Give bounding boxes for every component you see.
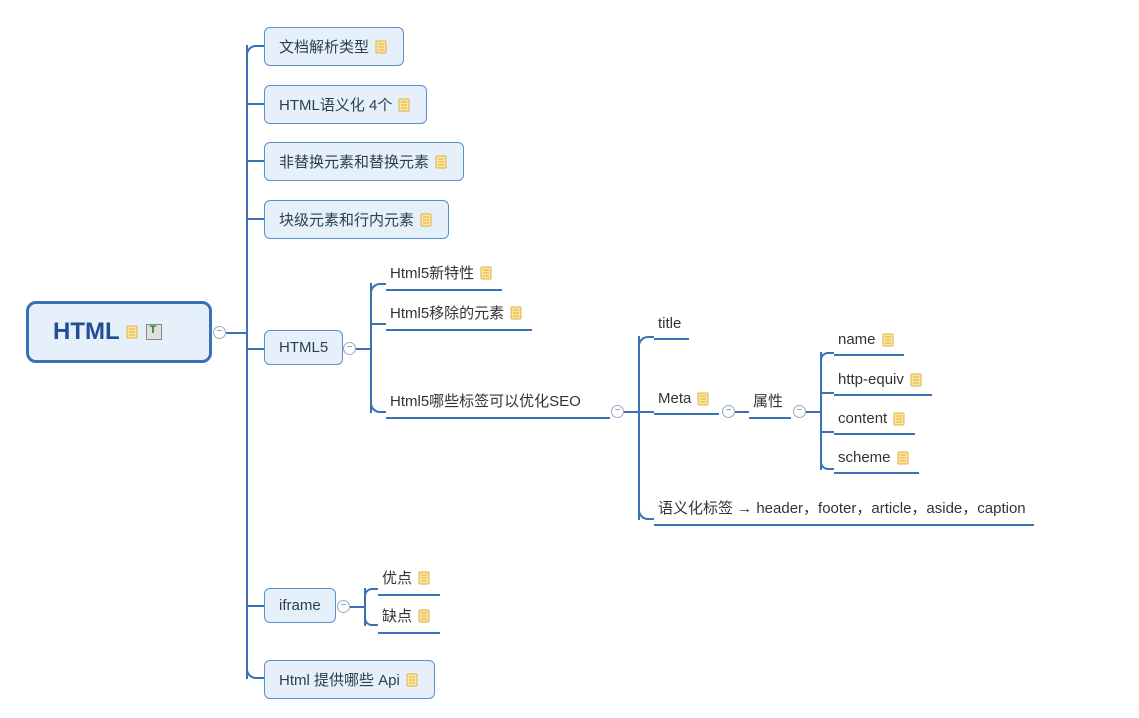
node-label: title (658, 315, 681, 332)
note-icon (418, 571, 432, 585)
expand-toggle-html5[interactable] (343, 342, 356, 355)
node-label: 属性 (753, 390, 783, 411)
node-html5-removed[interactable]: Html5移除的元素 (386, 298, 532, 331)
connector (370, 283, 372, 413)
node-label: Html5哪些标签可以优化SEO (390, 390, 581, 411)
node-label: http-equiv (838, 371, 904, 388)
node-label: 语义化标签 → header，footer，article，aside，capt… (658, 497, 1026, 518)
node-replaced[interactable]: 非替换元素和替换元素 (264, 142, 464, 181)
node-label: HTML5 (279, 339, 328, 356)
node-label: 文档解析类型 (279, 36, 369, 57)
note-icon (435, 155, 449, 169)
node-iframe-pros[interactable]: 优点 (378, 563, 440, 596)
node-label: HTML语义化 4个 (279, 94, 392, 115)
connector (350, 606, 364, 608)
node-html5[interactable]: HTML5 (264, 330, 343, 365)
node-seo-semantictags[interactable]: 语义化标签 → header，footer，article，aside，capt… (654, 493, 1034, 526)
node-iframe[interactable]: iframe (264, 588, 336, 623)
note-icon (406, 673, 420, 687)
node-semantic4[interactable]: HTML语义化 4个 (264, 85, 427, 124)
connector (246, 160, 264, 162)
note-icon (480, 266, 494, 280)
node-attr-name[interactable]: name (834, 327, 904, 356)
node-label: 非替换元素和替换元素 (279, 151, 429, 172)
node-block-inline[interactable]: 块级元素和行内元素 (264, 200, 449, 239)
node-seo-meta[interactable]: Meta (654, 386, 719, 415)
node-attr-content[interactable]: content (834, 406, 915, 435)
connector (820, 392, 834, 394)
node-label: iframe (279, 597, 321, 614)
note-icon (126, 325, 140, 339)
note-icon (375, 40, 389, 54)
note-icon (882, 333, 896, 347)
connector (735, 411, 749, 413)
node-label: Meta (658, 390, 691, 407)
node-label: 缺点 (382, 605, 412, 626)
text-marker-icon (146, 324, 162, 340)
node-attr-httpequiv[interactable]: http-equiv (834, 367, 932, 396)
expand-toggle-attr[interactable] (793, 405, 806, 418)
expand-toggle-seo[interactable] (611, 405, 624, 418)
connector (246, 45, 260, 59)
node-label: Html5新特性 (390, 262, 474, 283)
node-meta-attr[interactable]: 属性 (749, 386, 791, 419)
connector (246, 103, 264, 105)
node-iframe-cons[interactable]: 缺点 (378, 601, 440, 634)
connector (638, 336, 640, 520)
node-html-api[interactable]: Html 提供哪些 Api (264, 660, 435, 699)
connector (246, 348, 264, 350)
connector (638, 411, 654, 413)
node-label: 块级元素和行内元素 (279, 209, 414, 230)
note-icon (897, 451, 911, 465)
node-attr-scheme[interactable]: scheme (834, 445, 919, 474)
note-icon (420, 213, 434, 227)
node-doc-parse[interactable]: 文档解析类型 (264, 27, 404, 66)
node-label: scheme (838, 449, 891, 466)
note-icon (910, 373, 924, 387)
root-node[interactable]: HTML (26, 301, 212, 363)
node-label: content (838, 410, 887, 427)
node-html5-newfeature[interactable]: Html5新特性 (386, 258, 502, 291)
connector (820, 431, 834, 433)
node-label: Html5移除的元素 (390, 302, 504, 323)
node-html5-seo[interactable]: Html5哪些标签可以优化SEO (386, 386, 610, 419)
note-icon (510, 306, 524, 320)
note-icon (697, 392, 711, 406)
expand-toggle-iframe[interactable] (337, 600, 350, 613)
connector (246, 45, 248, 679)
connector (624, 411, 638, 413)
connector (246, 218, 264, 220)
expand-toggle-root[interactable] (213, 326, 226, 339)
connector (246, 605, 264, 607)
note-icon (398, 98, 412, 112)
expand-toggle-meta[interactable] (722, 405, 735, 418)
note-icon (893, 412, 907, 426)
connector (820, 352, 822, 470)
root-label: HTML (53, 318, 120, 346)
connector (226, 332, 246, 334)
node-seo-title[interactable]: title (654, 311, 689, 340)
connector (806, 411, 820, 413)
node-label: name (838, 331, 876, 348)
note-icon (418, 609, 432, 623)
connector (370, 323, 386, 325)
node-label: Html 提供哪些 Api (279, 669, 400, 690)
node-label: 优点 (382, 567, 412, 588)
connector (356, 348, 370, 350)
